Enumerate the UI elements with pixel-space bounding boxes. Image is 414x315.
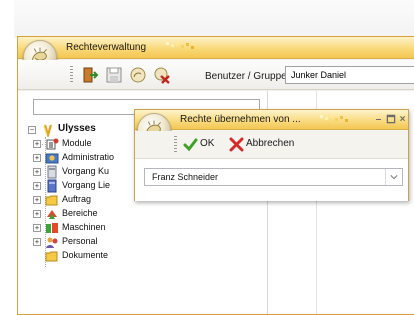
tree-item-label: Module: [62, 138, 92, 148]
background-strip: [14, 0, 414, 38]
main-title-bar[interactable]: Rechteverwaltung: [18, 37, 414, 74]
cancel-button[interactable]: Abbrechen: [229, 135, 319, 153]
machines-icon: [45, 221, 59, 235]
tree-item-label: Vorgang Lie: [62, 180, 111, 190]
collapse-icon[interactable]: −: [28, 126, 36, 134]
cross-icon: [229, 137, 244, 152]
expand-icon[interactable]: +: [33, 238, 41, 246]
chevron-down-icon[interactable]: [385, 169, 402, 185]
expand-icon[interactable]: +: [33, 140, 41, 148]
areas-icon: [45, 207, 59, 221]
user-group-label: Benutzer / Gruppe: [205, 71, 287, 82]
tree-item[interactable]: + Personal: [28, 235, 268, 249]
window-title: Rechteverwaltung: [66, 42, 147, 53]
dialog-toolbar: OK Abbrechen: [135, 131, 408, 157]
cancel-label: Abbrechen: [246, 138, 295, 149]
expand-icon[interactable]: +: [33, 196, 41, 204]
personal-icon: [45, 235, 59, 249]
minimize-icon[interactable]: –: [373, 114, 384, 125]
module-icon: [45, 137, 59, 151]
tree-root-label: Ulysses: [58, 123, 96, 134]
tree-item-label: Administratio: [62, 152, 115, 162]
tree-item-label: Dokumente: [62, 250, 109, 260]
tree-item-label: Maschinen: [62, 222, 106, 232]
ok-button[interactable]: OK: [183, 135, 223, 153]
ok-label: OK: [200, 138, 215, 149]
save-disk-icon[interactable]: [105, 66, 123, 84]
exit-door-icon[interactable]: [81, 66, 99, 84]
tree-item[interactable]: + Maschinen: [28, 221, 268, 235]
document-blue-icon: [45, 179, 59, 193]
expand-icon[interactable]: +: [33, 168, 41, 176]
folder-icon: [45, 193, 59, 207]
document-grey-icon: [45, 165, 59, 179]
close-icon[interactable]: ×: [397, 114, 408, 125]
tree-item-label: Bereiche: [62, 208, 98, 218]
tree-item-label: Auftrag: [62, 194, 92, 204]
tree-item-label: Vorgang Ku: [62, 166, 110, 176]
maximize-icon[interactable]: [385, 114, 396, 125]
checkmark-icon: [183, 138, 198, 152]
copy-rights-dialog: Rechte übernehmen von ... – × OK Abbrech…: [134, 109, 409, 201]
delete-rights-icon[interactable]: [153, 66, 171, 84]
folder-icon: [45, 249, 59, 263]
expand-icon[interactable]: +: [33, 224, 41, 232]
ulysses-logo-icon: [41, 123, 55, 139]
user-select-dropdown[interactable]: Franz Schneider: [144, 168, 403, 186]
copy-rights-icon[interactable]: [129, 66, 147, 84]
dialog-title-bar[interactable]: Rechte übernehmen von ... – ×: [135, 110, 408, 147]
selected-user: Franz Schneider: [152, 172, 219, 182]
title-decoration-icon: [320, 115, 348, 122]
expand-icon[interactable]: +: [33, 154, 41, 162]
tree-item-label: Personal: [62, 236, 98, 246]
dialog-title: Rechte übernehmen von ...: [180, 114, 301, 125]
expand-icon[interactable]: +: [33, 210, 41, 218]
expand-icon[interactable]: +: [33, 182, 41, 190]
user-group-field[interactable]: Junker Daniel: [285, 66, 414, 84]
admin-icon: [45, 151, 59, 165]
toolbar-grip[interactable]: [70, 66, 73, 84]
tree-item[interactable]: + Bereiche: [28, 207, 268, 221]
tree-item[interactable]: Dokumente: [28, 249, 268, 263]
main-toolbar: Benutzer / Gruppe Junker Daniel: [18, 60, 414, 90]
dialog-body: Franz Schneider: [135, 158, 408, 201]
toolbar-grip[interactable]: [174, 136, 177, 152]
title-decoration-icon: [166, 42, 194, 49]
